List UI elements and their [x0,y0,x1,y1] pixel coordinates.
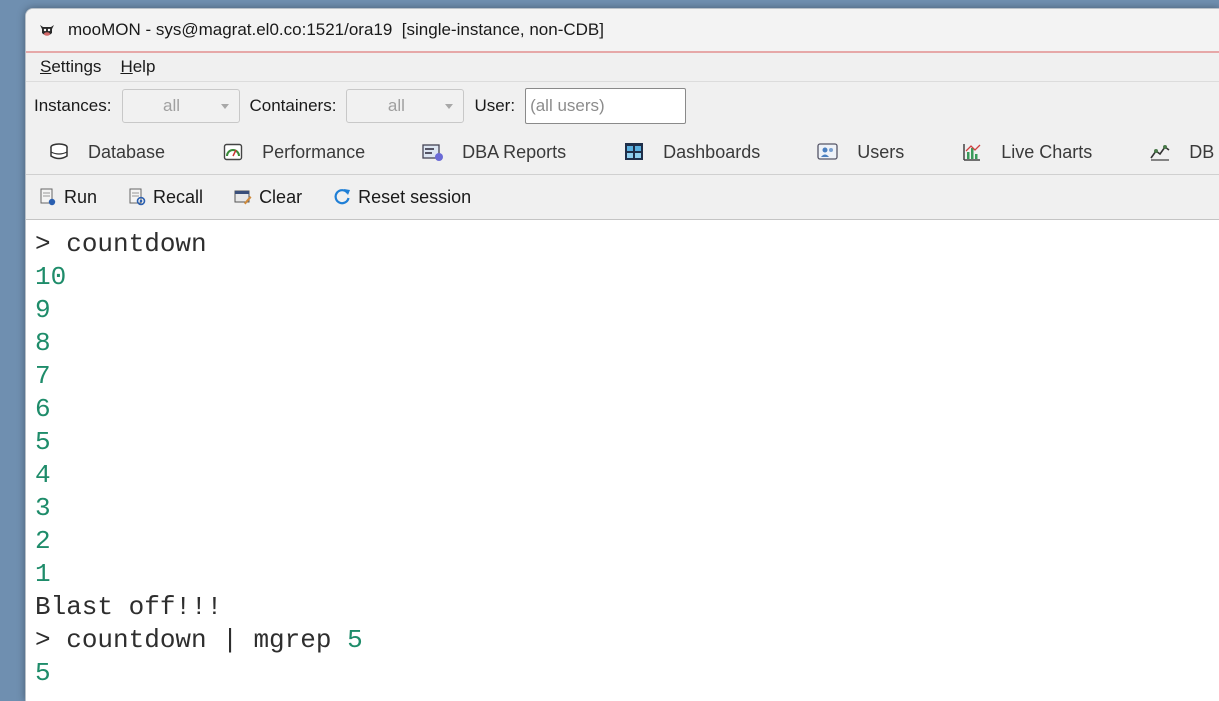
instances-select[interactable]: all [121,89,240,123]
console-output[interactable]: > countdown 10 9 8 7 6 5 4 3 2 1 Blast o… [26,220,1219,690]
instances-label: Instances: [34,96,112,115]
tab-dashboards[interactable]: Dashboards [623,141,760,163]
tab-performance[interactable]: Performance [222,141,365,163]
prompt-symbol: > [35,625,51,655]
containers-label: Containers: [249,96,337,115]
dashboards-icon [623,141,645,163]
reset-session-button[interactable]: Reset session [332,187,471,208]
run-label: Run [64,186,98,207]
users-icon [817,141,839,163]
command-text: countdown | mgrep [66,625,332,655]
tab-users[interactable]: Users [817,141,904,163]
output-line: 5 [35,658,51,688]
tab-users-label: Users [857,141,905,162]
output-line: 10 [35,262,67,292]
run-icon [38,187,58,207]
output-line: 3 [35,493,51,523]
containers-select[interactable]: all [346,89,465,123]
filter-bar: Instances: all Containers: all User: [26,82,1219,130]
menu-help-mnemonic: H [120,57,133,76]
output-line: 8 [35,328,51,358]
title-bar[interactable]: mooMON - sys@magrat.el0.co:1521/ora19 [s… [26,9,1219,53]
menu-help-rest: elp [132,57,156,76]
clear-label: Clear [259,186,303,207]
output-line: 9 [35,295,51,325]
database-icon [48,141,70,163]
db-sessions-icon [1149,141,1171,163]
menu-settings[interactable]: Settings [40,57,101,77]
refresh-icon [332,187,352,207]
console-command-line: > countdown | mgrep 5 [35,624,1219,657]
command-text: countdown [66,229,207,259]
chevron-down-icon [445,104,454,109]
prompt-symbol: > [35,229,51,259]
run-button[interactable]: Run [38,187,97,208]
performance-gauge-icon [222,141,244,163]
reset-session-label: Reset session [358,186,472,207]
cow-icon [38,21,56,39]
output-line: 7 [35,361,51,391]
dba-reports-icon [422,141,444,163]
tab-db-sessions[interactable]: DB Sessions [1149,141,1219,163]
tab-dashboards-label: Dashboards [663,141,761,162]
menu-settings-mnemonic: S [40,57,52,76]
clear-button[interactable]: Clear [233,187,302,208]
tab-live-charts-label: Live Charts [1001,141,1093,162]
tab-db-sessions-label: DB Sessions [1189,141,1219,162]
window-title: mooMON - sys@magrat.el0.co:1521/ora19 [s… [68,20,604,39]
tab-database[interactable]: Database [48,141,165,163]
output-line: 5 [35,427,51,457]
output-line: 1 [35,559,51,589]
recall-icon [127,187,147,207]
user-input[interactable] [525,88,687,124]
output-line: 2 [35,526,51,556]
tab-dba-reports[interactable]: DBA Reports [422,141,566,163]
console-command-line: > countdown [35,228,1219,261]
recall-label: Recall [153,186,204,207]
clear-icon [233,187,253,207]
live-charts-icon [961,141,983,163]
app-window: mooMON - sys@magrat.el0.co:1521/ora19 [s… [25,8,1219,701]
output-line: 6 [35,394,51,424]
tab-dba-reports-label: DBA Reports [462,141,567,162]
menu-help[interactable]: Help [120,57,155,77]
tab-database-label: Database [88,141,166,162]
recall-button[interactable]: Recall [127,187,203,208]
user-label: User: [474,96,516,115]
blast-off-line: Blast off!!! [35,592,223,622]
output-line: 4 [35,460,51,490]
menu-settings-rest: ettings [51,57,102,76]
tab-performance-label: Performance [262,141,366,162]
tab-live-charts[interactable]: Live Charts [961,141,1092,163]
menu-bar: Settings Help [26,53,1219,82]
command-argument: 5 [347,625,363,655]
tab-bar: Database Performance DBA Reports Dashboa… [26,130,1219,175]
chevron-down-icon [220,104,229,109]
console-toolbar: Run Recall Clear Reset session [26,175,1219,220]
